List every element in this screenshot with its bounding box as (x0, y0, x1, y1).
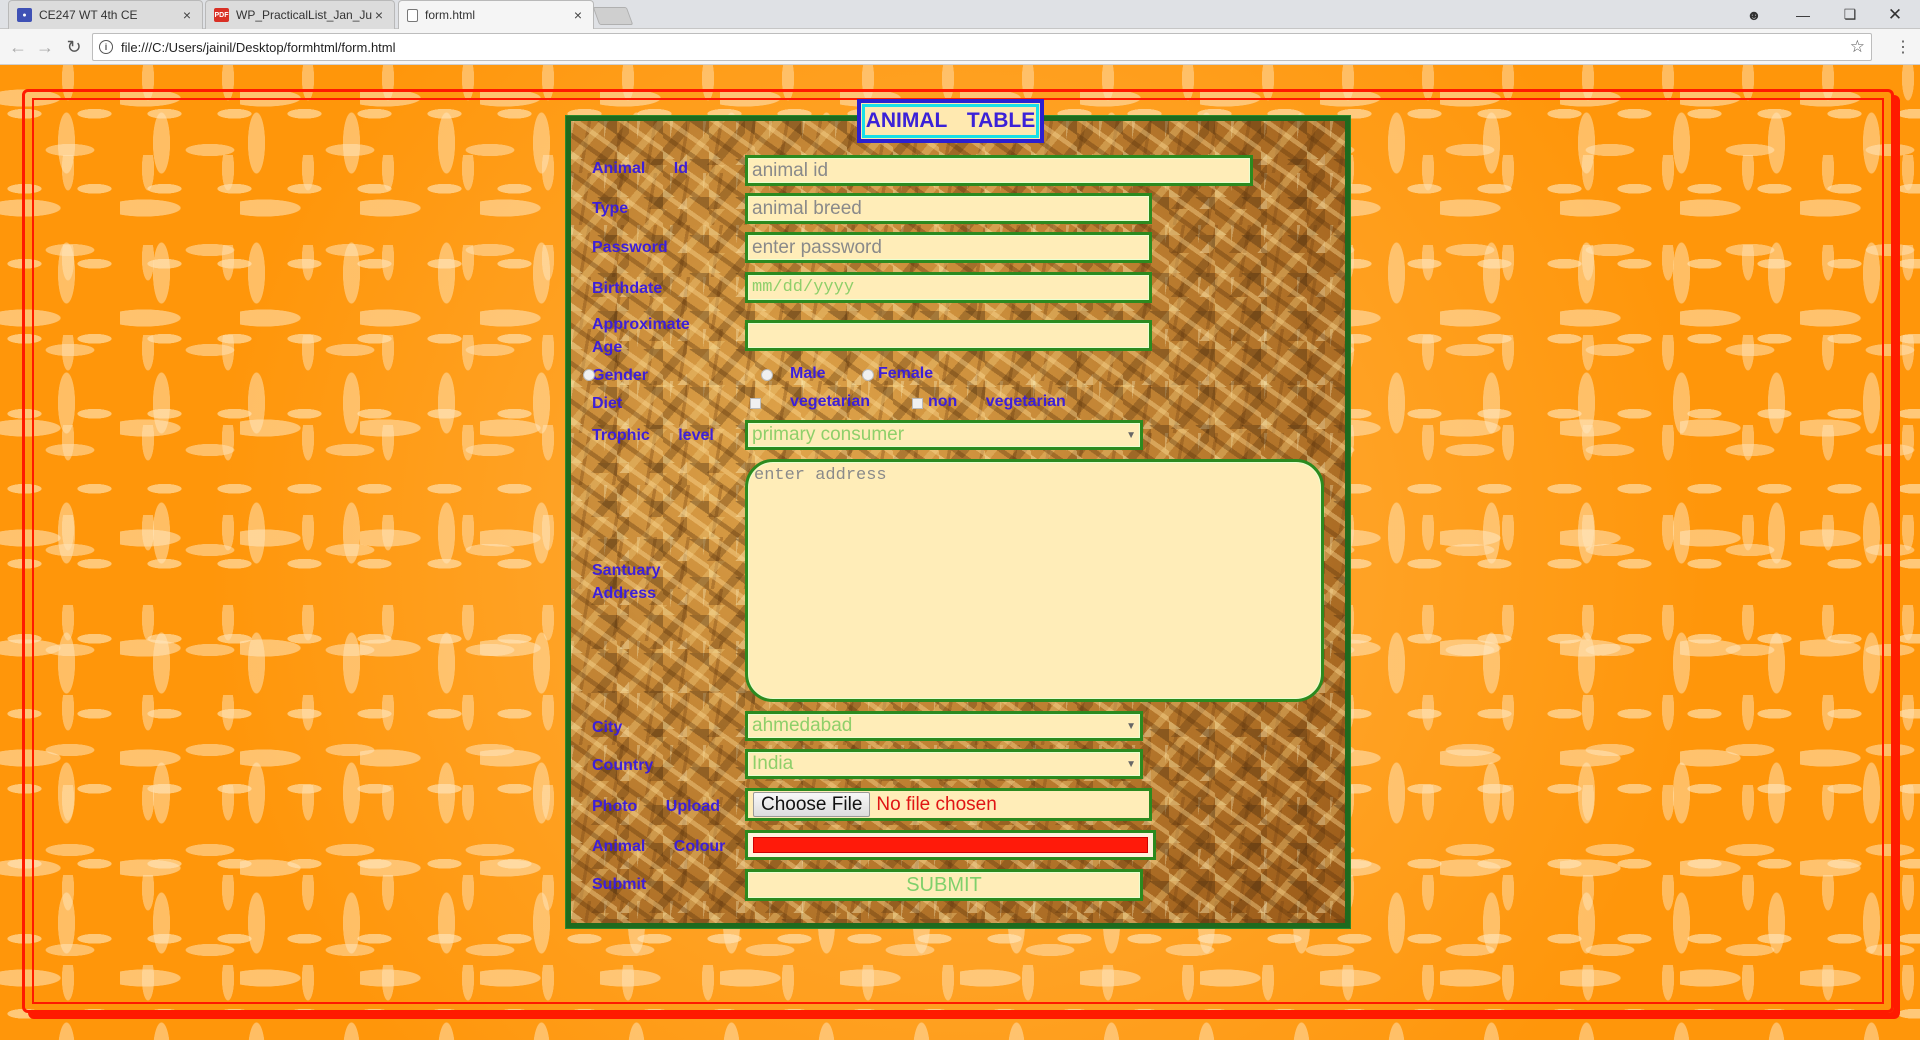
animal-id-input[interactable]: animal id (745, 155, 1253, 186)
file-status-text: No file chosen (876, 793, 997, 815)
pdf-icon: PDF (214, 8, 229, 22)
back-icon[interactable]: ← (6, 35, 30, 59)
page-background: ANIMAL TABLE Animal Id Type Password Bir… (0, 65, 1920, 1040)
address-bar[interactable]: i file:///C:/Users/jainil/Desktop/formht… (92, 33, 1872, 61)
diet-vegetarian-label: vegetarian (790, 393, 871, 410)
birthdate-input[interactable]: mm/dd/yyyy (745, 272, 1152, 303)
browser-tab-practical-list[interactable]: PDF WP_PracticalList_Jan_Jun × (205, 0, 395, 29)
choose-file-button[interactable]: Choose File (753, 792, 871, 817)
label-birthdate: Birthdate (592, 280, 663, 297)
submit-button[interactable]: SUBMIT (745, 869, 1143, 901)
label-country: Country (592, 757, 654, 774)
close-window-icon[interactable]: ✕ (1872, 0, 1918, 29)
photo-upload-input[interactable]: Choose File No file chosen (745, 788, 1152, 821)
gender-female-radio[interactable] (862, 369, 874, 381)
label-animal-colour: Animal Colour (592, 838, 726, 855)
chevron-down-icon: ▼ (1126, 720, 1136, 732)
label-animal-id: Animal Id (592, 160, 689, 177)
tab-title: CE247 WT 4th CE (39, 8, 138, 22)
approximate-age-input[interactable] (745, 320, 1152, 351)
close-icon[interactable]: × (372, 7, 386, 23)
city-value: ahmedabad (752, 715, 853, 736)
table-caption: ANIMAL TABLE (857, 99, 1044, 143)
label-address: Address (592, 585, 657, 602)
label-photo-upload: Photo Upload (592, 798, 720, 815)
forward-icon[interactable]: → (33, 35, 57, 59)
close-icon[interactable]: × (571, 7, 585, 23)
reload-icon[interactable]: ↻ (62, 35, 86, 59)
diet-non-vegetarian-label: non vegetarian (928, 393, 1066, 410)
browser-tab-form[interactable]: form.html × (398, 0, 594, 29)
trophic-level-value: primary consumer (752, 424, 905, 445)
browser-tab-ce247[interactable]: ● CE247 WT 4th CE × (8, 0, 203, 29)
label-approximate: Approximate (592, 316, 690, 333)
label-age: Age (592, 339, 623, 356)
restore-icon[interactable]: ❏ (1827, 0, 1873, 29)
label-diet: Diet (592, 395, 623, 412)
label-submit: Submit (592, 876, 647, 893)
password-input[interactable]: enter password (745, 232, 1152, 263)
document-icon (407, 8, 418, 22)
colour-swatch (753, 837, 1148, 853)
label-type: Type (592, 200, 629, 217)
info-icon[interactable]: i (99, 40, 113, 54)
label-city: City (592, 719, 623, 736)
close-icon[interactable]: × (180, 7, 194, 23)
country-select[interactable]: India ▼ (745, 749, 1143, 779)
trophic-level-select[interactable]: primary consumer ▼ (745, 420, 1143, 450)
classroom-icon: ● (17, 8, 32, 22)
minimize-icon[interactable]: — (1780, 0, 1826, 29)
label-gender: Gender (592, 367, 649, 384)
bookmark-star-icon[interactable]: ☆ (1850, 37, 1865, 57)
city-select[interactable]: ahmedabad ▼ (745, 711, 1143, 741)
label-santuary: Santuary (592, 562, 661, 579)
label-trophic-level: Trophic level (592, 427, 714, 444)
browser-toolbar: ← → ↻ i file:///C:/Users/jainil/Desktop/… (0, 29, 1920, 65)
tab-title: form.html (425, 8, 476, 22)
radio-extra[interactable] (583, 369, 595, 381)
gender-male-label: Male (790, 365, 826, 382)
browser-tabstrip: ● CE247 WT 4th CE × PDF WP_PracticalList… (0, 0, 1920, 29)
chevron-down-icon: ▼ (1126, 758, 1136, 770)
tab-title: WP_PracticalList_Jan_Jun (236, 8, 372, 22)
menu-kebab-icon[interactable]: ⋮ (1891, 35, 1915, 59)
diet-vegetarian-checkbox[interactable] (750, 398, 761, 409)
gender-male-radio[interactable] (761, 369, 773, 381)
santuary-address-textarea[interactable]: enter address (745, 459, 1324, 702)
profile-icon[interactable]: ☻ (1731, 0, 1777, 29)
new-tab-button[interactable] (592, 7, 634, 25)
label-password: Password (592, 239, 668, 256)
animal-colour-picker[interactable] (745, 830, 1156, 860)
type-input[interactable]: animal breed (745, 193, 1152, 224)
diet-non-vegetarian-checkbox[interactable] (912, 398, 923, 409)
url-text: file:///C:/Users/jainil/Desktop/formhtml… (121, 39, 396, 55)
gender-female-label: Female (878, 365, 934, 382)
chevron-down-icon: ▼ (1126, 429, 1136, 441)
country-value: India (752, 753, 794, 774)
